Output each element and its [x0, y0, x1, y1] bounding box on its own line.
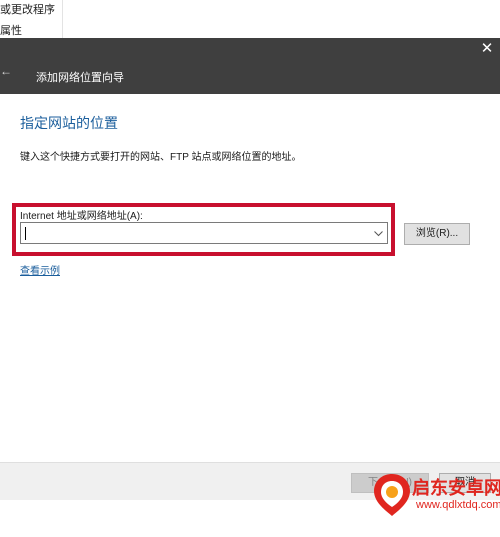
watermark-name: 启东安卓网: [412, 478, 500, 498]
text-cursor: [25, 227, 26, 240]
wizard-title: 添加网络位置向导: [36, 72, 124, 84]
page-title: 指定网站的位置: [20, 115, 118, 131]
watermark: 启东安卓网 www.qdlxtdq.com: [372, 472, 500, 532]
page-description: 键入这个快捷方式要打开的网站、FTP 站点或网络位置的地址。: [20, 152, 302, 163]
background-menu-item[interactable]: 属性: [0, 22, 22, 38]
view-examples-link[interactable]: 查看示例: [20, 262, 60, 277]
background-menu-item[interactable]: 或更改程序: [0, 1, 55, 17]
watermark-logo-icon: [374, 474, 410, 516]
watermark-url: www.qdlxtdq.com: [416, 499, 500, 511]
address-combobox[interactable]: [20, 222, 388, 244]
wizard-content: 指定网站的位置 键入这个快捷方式要打开的网站、FTP 站点或网络位置的地址。 I…: [0, 94, 500, 462]
browse-button[interactable]: 浏览(R)...: [404, 223, 470, 245]
chevron-down-icon[interactable]: [374, 225, 383, 237]
wizard-title-bar: ← 添加网络位置向导 ✕: [0, 38, 500, 94]
back-arrow-icon[interactable]: ←: [0, 64, 12, 78]
close-icon[interactable]: ✕: [478, 40, 496, 58]
address-label: Internet 地址或网络地址(A):: [20, 211, 143, 222]
background-menu: 或更改程序 属性: [0, 0, 63, 38]
background-explorer: 或更改程序 属性: [0, 0, 500, 38]
